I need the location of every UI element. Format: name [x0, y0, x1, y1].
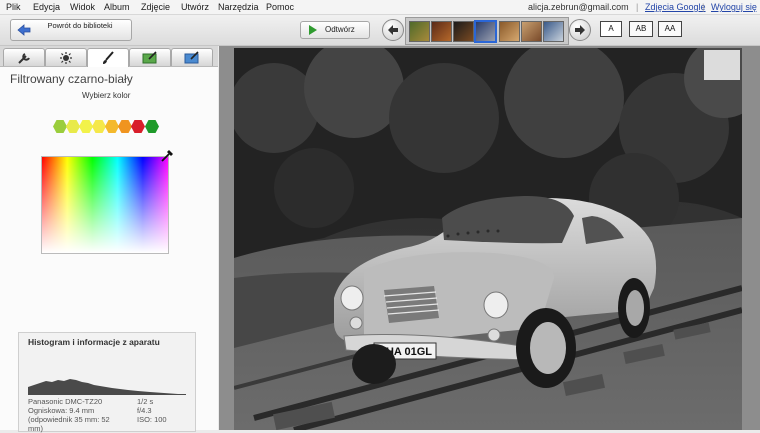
sun-icon	[60, 52, 72, 64]
back-arrow-icon	[17, 24, 31, 36]
tab-tuning[interactable]	[45, 48, 87, 66]
play-icon	[309, 25, 317, 35]
focal-length: Ogniskowa: 9.4 mm	[28, 406, 95, 415]
blue-brush-icon	[184, 51, 199, 64]
aperture: f/4.3	[137, 406, 152, 415]
arrow-left-icon	[388, 25, 398, 35]
color-swatch[interactable]	[66, 120, 80, 133]
menu-plik[interactable]: Plik	[6, 2, 21, 12]
menu-edycja[interactable]: Edycja	[33, 2, 60, 12]
histogram-panel: Histogram i informacje z aparatu Panason…	[18, 332, 196, 433]
tab-effects-3[interactable]	[171, 48, 213, 66]
menu-narzedzia[interactable]: Narzędzia	[218, 2, 259, 12]
wrench-icon	[18, 53, 30, 64]
menu-pomoc[interactable]: Pomoc	[266, 2, 294, 12]
filmstrip	[405, 17, 569, 45]
thumbnail-selected[interactable]	[474, 20, 497, 43]
back-to-library-button[interactable]: Powrót do biblioteki	[10, 19, 132, 41]
photo-viewer: BHA 01GL	[219, 46, 760, 430]
eyedropper-icon[interactable]	[160, 147, 176, 163]
shutter-speed: 1/2 s	[137, 397, 154, 406]
toolbar: Powrót do biblioteki Odtwórz A AB AA	[0, 15, 760, 46]
camera-model: Panasonic DMC-TZ20	[28, 397, 103, 406]
effects-panel: Filtrowany czarno-biały Wybierz kolor Hi…	[0, 67, 218, 433]
pick-color-label: Wybierz kolor	[82, 91, 131, 100]
color-swatch[interactable]	[79, 120, 93, 133]
previous-photo-button[interactable]	[382, 19, 404, 41]
histogram-title: Histogram i informacje z aparatu	[28, 337, 160, 347]
menu-utworz[interactable]: Utwórz	[181, 2, 209, 12]
menu-widok[interactable]: Widok	[70, 2, 95, 12]
menu-album[interactable]: Album	[104, 2, 130, 12]
back-button-label: Powrót do biblioteki	[47, 21, 113, 30]
panel-title: Filtrowany czarno-biały	[10, 72, 133, 86]
thumbnail[interactable]	[543, 21, 564, 42]
thumbnail-size-group: A AB AA	[600, 21, 682, 37]
separator: |	[636, 2, 639, 12]
size-medium-button[interactable]: AB	[629, 21, 653, 37]
thumbnail[interactable]	[521, 21, 542, 42]
tab-basic-fixes[interactable]	[3, 48, 45, 66]
size-small-button[interactable]: A	[600, 21, 622, 37]
arrow-right-icon	[575, 25, 585, 35]
color-swatch[interactable]	[53, 120, 67, 133]
thumbnail[interactable]	[453, 21, 474, 42]
thumbnail[interactable]	[499, 21, 520, 42]
separator: |	[702, 2, 705, 12]
thumbnail[interactable]	[431, 21, 452, 42]
photo-image: BHA 01GL	[234, 48, 742, 430]
account-email: alicja.zebrun@gmail.com	[528, 2, 629, 12]
play-button-label: Odtwórz	[325, 25, 355, 34]
menu-zdjecie[interactable]: Zdjęcie	[141, 2, 170, 12]
color-swatch[interactable]	[105, 120, 119, 133]
color-swatch[interactable]	[131, 120, 145, 133]
color-swatch[interactable]	[92, 120, 106, 133]
photo[interactable]: BHA 01GL	[234, 48, 742, 430]
next-photo-button[interactable]	[569, 19, 591, 41]
thumbnail[interactable]	[409, 21, 430, 42]
edit-tabs	[0, 46, 218, 67]
logout-link[interactable]: Wyloguj się	[711, 2, 757, 12]
iso-value: ISO: 100	[137, 415, 167, 424]
histogram-graph	[28, 379, 186, 395]
color-swatch[interactable]	[118, 120, 132, 133]
color-swatch[interactable]	[145, 120, 159, 133]
google-photos-link[interactable]: Zdjęcia Google	[645, 2, 706, 12]
size-large-button[interactable]: AA	[658, 21, 682, 37]
focal-equivalent: (odpowiednik 35 mm: 52 mm)	[28, 415, 110, 433]
menu-bar: Plik Edycja Widok Album Zdjęcie Utwórz N…	[0, 0, 760, 15]
green-brush-icon	[142, 51, 157, 64]
color-spectrum-picker[interactable]	[41, 156, 169, 254]
tab-effects-2[interactable]	[129, 48, 171, 66]
tab-effects[interactable]	[87, 48, 129, 67]
brush-icon	[103, 51, 114, 64]
play-slideshow-button[interactable]: Odtwórz	[300, 21, 370, 39]
